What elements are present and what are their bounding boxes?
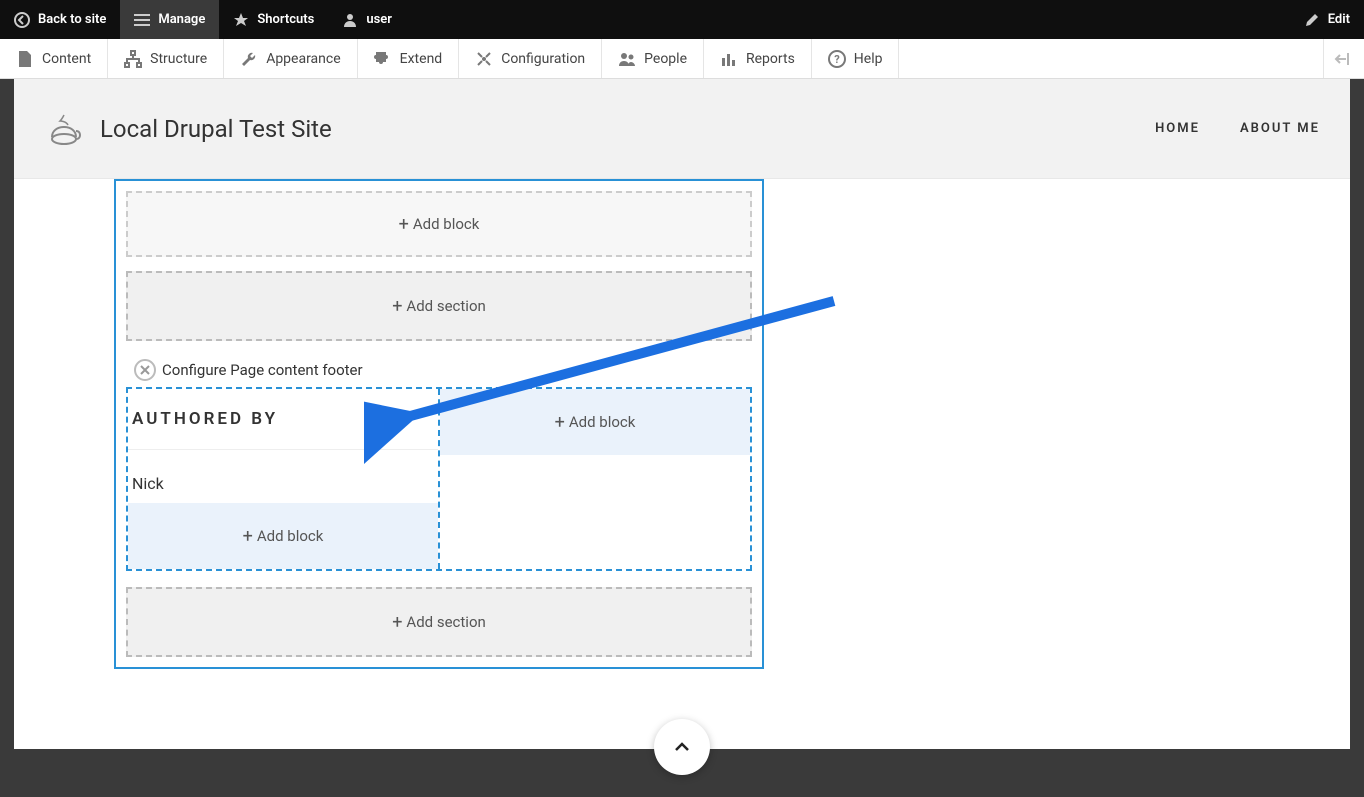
menu-people-label: People xyxy=(644,51,687,67)
collapse-icon xyxy=(1334,49,1354,69)
add-section-button[interactable]: + Add section xyxy=(126,271,752,341)
toolbar-collapse-button[interactable] xyxy=(1323,39,1364,78)
menu-content-label: Content xyxy=(42,51,91,67)
add-block-button[interactable]: + Add block xyxy=(440,389,750,455)
add-block-label: Add block xyxy=(413,215,480,233)
menu-structure-label: Structure xyxy=(150,51,207,67)
user-icon xyxy=(342,12,358,28)
menu-extend[interactable]: Extend xyxy=(358,39,460,78)
manage-button[interactable]: Manage xyxy=(120,0,219,39)
back-icon xyxy=(14,12,30,28)
chevron-up-icon xyxy=(673,738,691,756)
menu-configuration[interactable]: Configuration xyxy=(459,39,602,78)
add-block-button[interactable]: + Add block xyxy=(128,503,438,569)
back-label: Back to site xyxy=(38,12,106,27)
menu-reports[interactable]: Reports xyxy=(704,39,812,78)
menu-extend-label: Extend xyxy=(400,51,443,67)
pencil-icon xyxy=(1304,12,1320,28)
help-icon: ? xyxy=(828,50,846,68)
menu-help[interactable]: ? Help xyxy=(812,39,900,78)
site-title: Local Drupal Test Site xyxy=(100,115,332,143)
file-icon xyxy=(16,50,34,68)
configure-section-link[interactable]: Configure Page content footer xyxy=(162,361,363,379)
section-two-column: AUTHORED BY Nick + Add block + Add block xyxy=(126,387,752,571)
add-block-button[interactable]: + Add block xyxy=(126,191,752,257)
edit-label: Edit xyxy=(1328,12,1350,27)
menu-appearance-label: Appearance xyxy=(266,51,340,67)
svg-text:?: ? xyxy=(834,53,840,66)
primary-nav: HOME ABOUT ME xyxy=(1155,121,1320,136)
nav-about[interactable]: ABOUT ME xyxy=(1240,121,1320,136)
admin-toolbar: Back to site Manage Shortcuts user Edit xyxy=(0,0,1364,39)
plus-icon: + xyxy=(555,412,565,433)
menu-reports-label: Reports xyxy=(746,51,795,67)
plus-icon: + xyxy=(392,612,402,633)
site-header: Local Drupal Test Site HOME ABOUT ME xyxy=(14,79,1350,179)
add-section-button[interactable]: + Add section xyxy=(126,587,752,657)
add-block-label: Add block xyxy=(569,413,636,431)
tools-icon xyxy=(475,50,493,68)
edit-button[interactable]: Edit xyxy=(1290,0,1364,39)
plus-icon: + xyxy=(392,296,402,317)
add-block-label: Add block xyxy=(257,527,324,545)
people-icon xyxy=(618,50,636,68)
author-name: Nick xyxy=(128,450,438,503)
back-to-site-button[interactable]: Back to site xyxy=(0,0,120,39)
plus-icon: + xyxy=(399,214,409,235)
site-logo-icon xyxy=(44,109,84,149)
add-section-label: Add section xyxy=(406,613,485,631)
chart-icon xyxy=(720,50,738,68)
shortcuts-button[interactable]: Shortcuts xyxy=(219,0,328,39)
column-right: + Add block xyxy=(438,389,750,569)
puzzle-icon xyxy=(374,50,392,68)
user-button[interactable]: user xyxy=(328,0,406,39)
wrench-icon xyxy=(240,50,258,68)
layout-builder-region: + Add block + Add section Configure Page… xyxy=(114,179,764,669)
close-icon xyxy=(140,365,150,375)
menu-content[interactable]: Content xyxy=(0,39,108,78)
shortcuts-label: Shortcuts xyxy=(257,12,314,27)
add-section-label: Add section xyxy=(406,297,485,315)
menu-configuration-label: Configuration xyxy=(501,51,585,67)
plus-icon: + xyxy=(243,526,253,547)
authored-by-heading: AUTHORED BY xyxy=(128,389,438,450)
admin-menu: Content Structure Appearance Extend Conf… xyxy=(0,39,1364,79)
nav-home[interactable]: HOME xyxy=(1155,121,1200,136)
menu-help-label: Help xyxy=(854,51,883,67)
star-icon xyxy=(233,12,249,28)
menu-people[interactable]: People xyxy=(602,39,704,78)
hamburger-icon xyxy=(134,12,150,28)
menu-structure[interactable]: Structure xyxy=(108,39,224,78)
manage-label: Manage xyxy=(158,12,205,27)
site-footer xyxy=(14,749,1350,797)
menu-appearance[interactable]: Appearance xyxy=(224,39,357,78)
remove-section-button[interactable] xyxy=(134,359,156,381)
structure-icon xyxy=(124,50,142,68)
user-label: user xyxy=(366,12,392,27)
column-left: AUTHORED BY Nick + Add block xyxy=(128,389,438,569)
